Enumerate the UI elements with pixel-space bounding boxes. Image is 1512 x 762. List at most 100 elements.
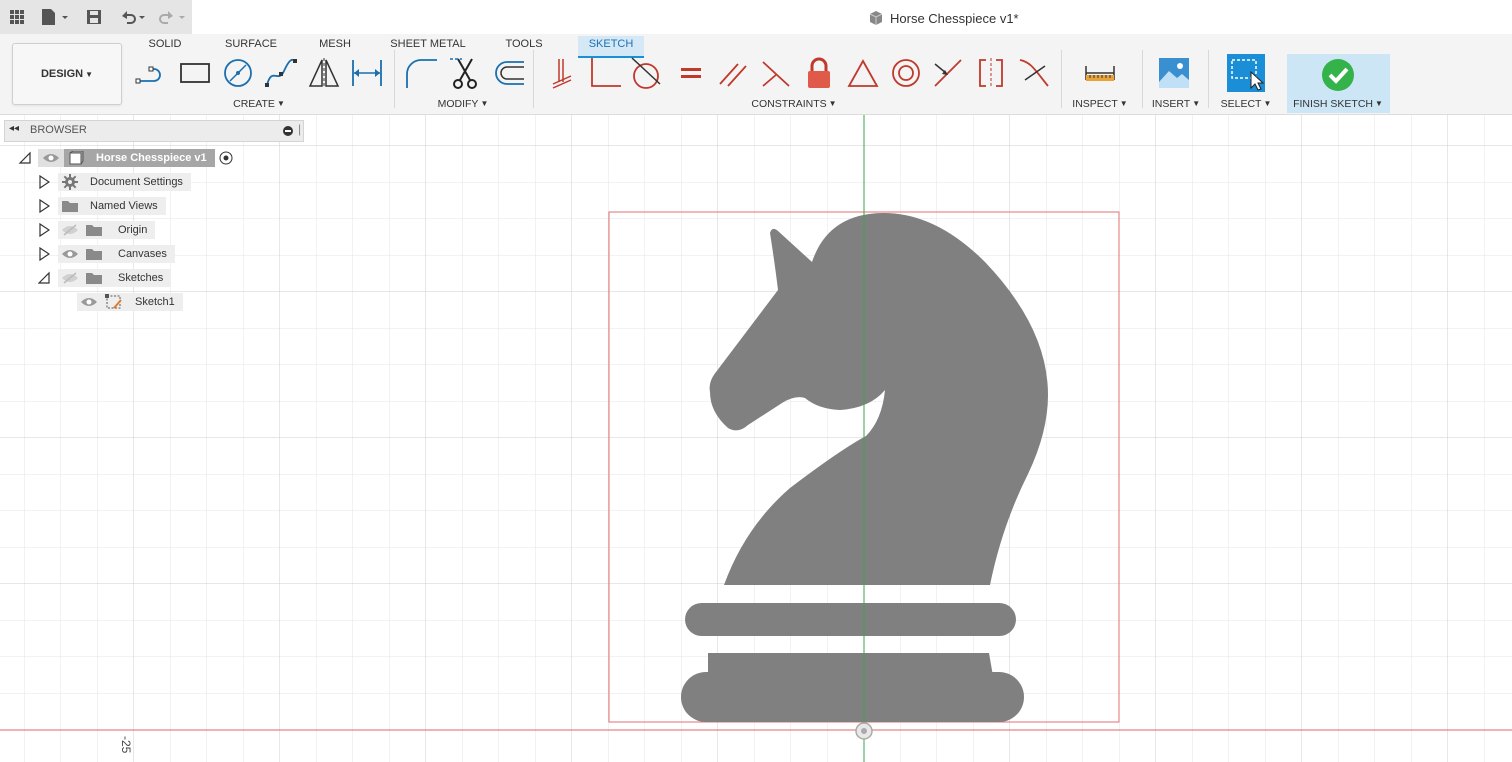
browser-panel-header: ◂◂ BROWSER |: [4, 120, 304, 142]
sketch-canvas[interactable]: -25: [0, 115, 1512, 762]
eye-hidden-icon[interactable]: [61, 224, 79, 236]
canvases-icons: [58, 245, 106, 263]
constraints-menu-label: CONSTRAINTS: [751, 98, 827, 110]
collapse-panel-icon[interactable]: ◂◂: [9, 123, 19, 134]
tree-root-row[interactable]: Horse Chesspiece v1: [18, 148, 233, 168]
redo-icon[interactable]: [158, 8, 188, 26]
measure-ruler-icon[interactable]: [1083, 56, 1117, 90]
coincident-constraint-icon[interactable]: [545, 56, 579, 90]
folder-icon: [86, 225, 102, 236]
trim-scissors-icon[interactable]: [448, 56, 482, 90]
tree-item-label: Canvases: [106, 245, 175, 263]
eye-icon[interactable]: [80, 296, 98, 308]
inspect-menu-label: INSPECT: [1072, 98, 1118, 110]
insert-image-icon[interactable]: [1157, 56, 1191, 90]
concentric-constraint-icon[interactable]: [889, 56, 923, 90]
expand-triangle-icon[interactable]: [38, 223, 50, 237]
tree-item-canvases[interactable]: Canvases: [38, 244, 175, 264]
symmetry-constraint-icon[interactable]: [974, 56, 1008, 90]
dimension-tool-icon[interactable]: [350, 56, 384, 90]
offset-tool-icon[interactable]: [491, 56, 525, 90]
collapse-triangle-icon[interactable]: [38, 271, 50, 285]
mirror-tool-icon[interactable]: [307, 56, 341, 90]
ruler-label: -25: [119, 736, 133, 754]
fix-lock-icon[interactable]: [802, 56, 836, 90]
tree-item-sketches[interactable]: Sketches: [38, 268, 172, 288]
caret-down-icon: ▼: [480, 99, 489, 108]
midpoint-constraint-icon[interactable]: [931, 56, 965, 90]
collapse-triangle-icon[interactable]: [18, 151, 32, 165]
window-select-icon[interactable]: [1227, 54, 1267, 92]
tree-item-document-settings[interactable]: Document Settings: [38, 172, 191, 192]
triangle-constraint-icon[interactable]: [846, 56, 880, 90]
finish-sketch-check-icon[interactable]: [1321, 58, 1355, 92]
browser-title: BROWSER: [30, 124, 87, 136]
create-menu-label: CREATE: [233, 98, 275, 110]
workspace-label: DESIGN: [40, 68, 84, 80]
tree-item-label: Sketches: [106, 269, 172, 287]
spline-tool-icon[interactable]: [264, 56, 298, 90]
file-menu-icon[interactable]: [40, 8, 70, 26]
ribbon-divider: [1142, 50, 1143, 108]
minimize-panel-icon[interactable]: [283, 126, 293, 136]
collinear-constraint-icon[interactable]: [759, 56, 793, 90]
sketch1-icons: [77, 293, 127, 311]
tangent-constraint-icon[interactable]: [630, 56, 664, 90]
workspace-switcher[interactable]: DESIGN ▼: [12, 43, 122, 105]
line-tool-icon[interactable]: [135, 56, 169, 90]
caret-down-icon: ▼: [276, 99, 285, 108]
insert-menu-label: INSERT: [1151, 98, 1191, 110]
title-bar: Horse Chesspiece v1*: [0, 0, 1512, 35]
origin-icons: [58, 221, 106, 239]
tab-mesh[interactable]: MESH: [313, 36, 357, 56]
panel-resize-handle[interactable]: |: [298, 122, 301, 136]
undo-icon[interactable]: [118, 8, 148, 26]
eye-icon[interactable]: [61, 248, 79, 260]
expand-triangle-icon[interactable]: [38, 247, 50, 261]
visibility-toggle[interactable]: [38, 149, 64, 167]
constraints-menu[interactable]: CONSTRAINTS ▼: [748, 98, 840, 110]
expand-triangle-icon[interactable]: [38, 175, 50, 189]
tab-sketch[interactable]: SKETCH: [578, 36, 644, 58]
finish-sketch-button[interactable]: FINISH SKETCH ▼: [1290, 98, 1386, 110]
tree-root-label: Horse Chesspiece v1: [88, 149, 215, 167]
tree-item-label: Named Views: [82, 197, 166, 215]
tab-solid[interactable]: SOLID: [140, 36, 190, 56]
save-icon[interactable]: [85, 8, 103, 26]
ribbon-divider: [1208, 50, 1209, 108]
inspect-menu[interactable]: INSPECT ▼: [1068, 98, 1132, 110]
perpendicular-constraint-icon[interactable]: [588, 56, 622, 90]
equal-constraint-icon[interactable]: [674, 56, 708, 90]
ribbon-divider: [1061, 50, 1062, 108]
select-menu-label: SELECT: [1220, 98, 1262, 110]
create-menu[interactable]: CREATE ▼: [225, 98, 293, 110]
tree-item-origin[interactable]: Origin: [38, 220, 156, 240]
fillet-tool-icon[interactable]: [404, 56, 438, 90]
component-icon-box: [64, 149, 88, 167]
activate-radio-icon[interactable]: [219, 151, 233, 165]
tree-item-sketch1[interactable]: Sketch1: [77, 292, 183, 312]
folder-icon: [86, 249, 102, 260]
insert-menu[interactable]: INSERT ▼: [1146, 98, 1206, 110]
origin-center: [861, 728, 867, 734]
tab-surface[interactable]: SURFACE: [221, 36, 281, 56]
caret-down-icon: ▼: [828, 99, 837, 108]
select-menu[interactable]: SELECT ▼: [1216, 98, 1276, 110]
caret-down-icon: ▼: [85, 69, 94, 79]
eye-hidden-icon[interactable]: [61, 272, 79, 284]
tab-tools[interactable]: TOOLS: [500, 36, 548, 56]
expand-triangle-icon[interactable]: [38, 199, 50, 213]
caret-down-icon: ▼: [1119, 99, 1128, 108]
ribbon-toolbar: DESIGN ▼ SOLID SURFACE MESH SHEET METAL T…: [0, 34, 1512, 115]
rectangle-tool-icon[interactable]: [178, 56, 212, 90]
tree-item-label: Origin: [106, 221, 156, 239]
folder-icon: [58, 197, 82, 215]
apps-grid-icon[interactable]: [8, 8, 26, 26]
circle-tool-icon[interactable]: [221, 56, 255, 90]
tree-item-label: Document Settings: [82, 173, 191, 191]
parallel-constraint-icon[interactable]: [716, 56, 750, 90]
modify-menu[interactable]: MODIFY ▼: [428, 98, 498, 110]
tab-sheet-metal[interactable]: SHEET METAL: [388, 36, 468, 56]
tree-item-named-views[interactable]: Named Views: [38, 196, 166, 216]
curvature-constraint-icon[interactable]: [1017, 56, 1051, 90]
